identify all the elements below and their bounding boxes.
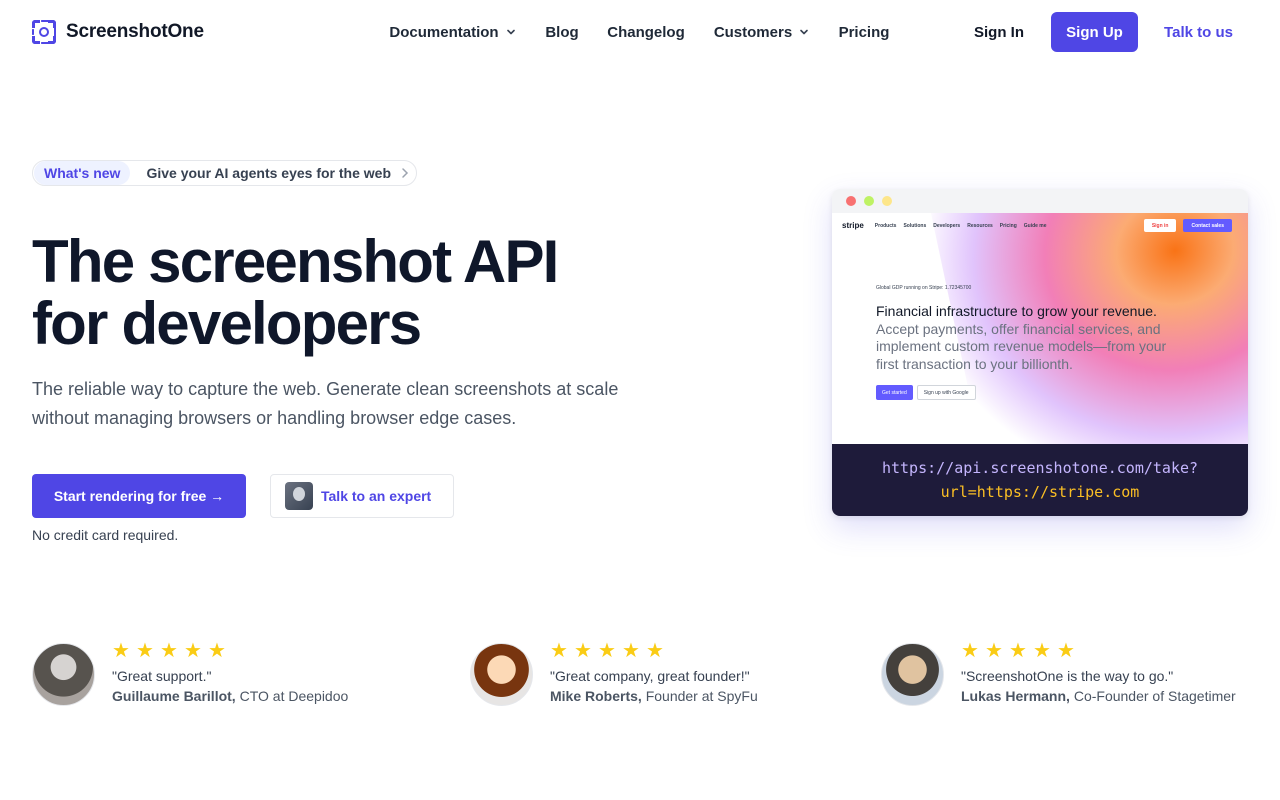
testimonial-author: Mike Roberts, Founder at SpyFu bbox=[550, 688, 758, 704]
preview-nav-item: Solutions bbox=[903, 222, 927, 229]
hero-subtitle: The reliable way to capture the web. Gen… bbox=[32, 379, 619, 428]
sign-in-button[interactable]: Sign In bbox=[959, 12, 1039, 52]
testimonial: ★ ★ ★ ★ ★ "Great support." Guillaume Barillo… bbox=[32, 641, 348, 706]
testimonial-author: Lukas Hermann, Co-Founder of Stagetimer bbox=[961, 688, 1236, 704]
preview-nav-item: Resources bbox=[967, 222, 993, 229]
preview-nav-item: Products bbox=[874, 222, 897, 229]
logo-icon bbox=[32, 20, 56, 44]
testimonial-role: Co-Founder of Stagetimer bbox=[1073, 688, 1236, 704]
preview-headline-rest: Accept payments, offer financial service… bbox=[876, 320, 1167, 372]
star-icon: ★ bbox=[112, 640, 130, 662]
nav-changelog-label: Changelog bbox=[607, 23, 685, 41]
preview-page: stripe Products Solutions Developers Res… bbox=[832, 213, 1248, 444]
expert-avatar bbox=[285, 482, 313, 510]
testimonial-quote: "Great support." bbox=[112, 668, 212, 684]
preview-headline: Financial infrastructure to grow your re… bbox=[876, 303, 1176, 373]
avatar bbox=[470, 643, 533, 706]
preview-get-started: Get started bbox=[876, 385, 913, 400]
nav-blog-label: Blog bbox=[545, 23, 579, 41]
window-close-dot bbox=[846, 196, 856, 206]
testimonial-role: Founder at SpyFu bbox=[645, 688, 758, 704]
preview-google-signup: Sign up with Google bbox=[916, 385, 976, 400]
talk-to-expert-label: Talk to an expert bbox=[321, 488, 432, 504]
hero-title: The screenshot API for developers bbox=[32, 228, 559, 357]
star-icon: ★ bbox=[184, 640, 202, 662]
chevron-down-icon bbox=[506, 29, 515, 35]
star-icon: ★ bbox=[136, 640, 154, 662]
testimonial-name: Mike Roberts, bbox=[550, 688, 642, 704]
testimonial: ★ ★ ★ ★ ★ "Great company, great founder!" Mi… bbox=[470, 641, 758, 706]
star-rating: ★ ★ ★ ★ ★ bbox=[961, 641, 1236, 661]
logo[interactable]: ScreenshotOne bbox=[32, 18, 210, 46]
browser-window-bar bbox=[832, 189, 1248, 213]
star-icon: ★ bbox=[160, 640, 178, 662]
no-credit-card-note: No credit card required. bbox=[32, 527, 179, 543]
testimonial-author: Guillaume Barillot, CTO at Deepidoo bbox=[112, 688, 348, 704]
preview-headline-strong: Financial infrastructure to grow your re… bbox=[876, 303, 1157, 319]
preview-nav: stripe Products Solutions Developers Res… bbox=[842, 219, 1232, 232]
api-url-line2: url=https://stripe.com bbox=[940, 483, 1140, 501]
testimonial-name: Lukas Hermann, bbox=[961, 688, 1070, 704]
whats-new-banner[interactable]: What's new Give your AI agents eyes for … bbox=[32, 160, 417, 186]
star-icon: ★ bbox=[1009, 640, 1027, 662]
nav-customers[interactable]: Customers bbox=[703, 14, 821, 50]
star-icon: ★ bbox=[961, 640, 979, 662]
star-icon: ★ bbox=[622, 640, 640, 662]
window-maximize-dot bbox=[882, 196, 892, 206]
nav-pricing[interactable]: Pricing bbox=[829, 14, 899, 50]
preview-nav-item: Pricing bbox=[999, 222, 1017, 229]
star-icon: ★ bbox=[550, 640, 568, 662]
preview-signin: Sign in bbox=[1143, 219, 1177, 232]
star-icon: ★ bbox=[208, 640, 226, 662]
testimonial-role: CTO at Deepidoo bbox=[239, 688, 349, 704]
main-nav: Documentation Blog Changelog Customers P… bbox=[379, 14, 899, 50]
talk-to-expert-button[interactable]: Talk to an expert bbox=[270, 474, 454, 518]
nav-pricing-label: Pricing bbox=[838, 23, 890, 41]
preview-buttons: Get started Sign up with Google bbox=[876, 385, 976, 400]
preview-contact: Contact sales bbox=[1183, 219, 1232, 232]
logo-text: ScreenshotOne bbox=[66, 21, 204, 42]
api-url-line1: https://api.screenshotone.com/take? bbox=[881, 459, 1199, 477]
nav-customers-label: Customers bbox=[713, 23, 793, 41]
sign-up-button[interactable]: Sign Up bbox=[1051, 12, 1138, 52]
star-icon: ★ bbox=[985, 640, 1003, 662]
avatar bbox=[881, 643, 944, 706]
avatar bbox=[32, 643, 95, 706]
nav-changelog[interactable]: Changelog bbox=[597, 14, 695, 50]
start-rendering-button[interactable]: Start rendering for free → bbox=[32, 474, 246, 518]
testimonial-quote: "ScreenshotOne is the way to go." bbox=[961, 668, 1174, 684]
chevron-down-icon bbox=[800, 29, 808, 35]
api-url-box: https://api.screenshotone.com/take? url=… bbox=[832, 444, 1248, 516]
nav-documentation-label: Documentation bbox=[389, 23, 499, 41]
screenshot-preview: stripe Products Solutions Developers Res… bbox=[832, 189, 1248, 516]
window-minimize-dot bbox=[864, 196, 874, 206]
star-rating: ★ ★ ★ ★ ★ bbox=[112, 641, 348, 661]
announcement-text: Give your AI agents eyes for the web bbox=[146, 165, 392, 181]
testimonial: ★ ★ ★ ★ ★ "ScreenshotOne is the way to go." … bbox=[881, 641, 1236, 706]
testimonial-name: Guillaume Barillot, bbox=[112, 688, 236, 704]
testimonial-quote: "Great company, great founder!" bbox=[550, 668, 750, 684]
nav-blog[interactable]: Blog bbox=[535, 14, 589, 50]
chevron-right-icon bbox=[402, 168, 409, 178]
star-icon: ★ bbox=[1033, 640, 1051, 662]
star-rating: ★ ★ ★ ★ ★ bbox=[550, 641, 758, 661]
whats-new-badge: What's new bbox=[34, 161, 131, 185]
star-icon: ★ bbox=[598, 640, 616, 662]
preview-nav-item: Guide me bbox=[1023, 222, 1047, 229]
star-icon: ★ bbox=[646, 640, 664, 662]
preview-brand: stripe bbox=[842, 221, 864, 230]
star-icon: ★ bbox=[574, 640, 592, 662]
talk-to-us-button[interactable]: Talk to us bbox=[1149, 12, 1248, 52]
nav-documentation[interactable]: Documentation bbox=[379, 14, 527, 50]
star-icon: ★ bbox=[1057, 640, 1075, 662]
preview-nav-item: Developers bbox=[933, 222, 961, 229]
preview-stat: Global GDP running on Stripe: 1.72345700 bbox=[876, 285, 972, 291]
